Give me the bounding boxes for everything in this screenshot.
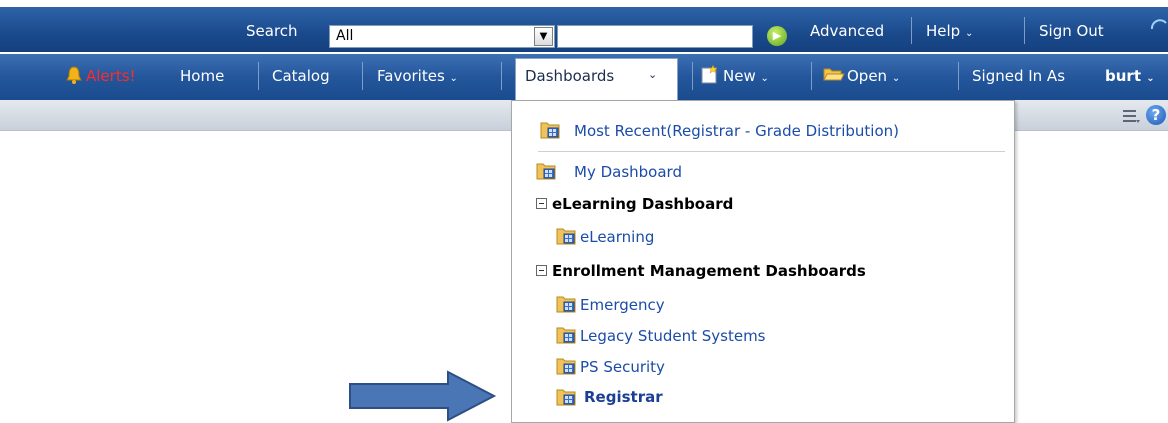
- home-link[interactable]: Home: [180, 67, 224, 85]
- dashboard-folder-icon: [540, 122, 560, 139]
- menu-item-ps-security[interactable]: PS Security: [580, 358, 665, 376]
- new-document-icon: [701, 64, 718, 84]
- group-enrollment-header[interactable]: Enrollment Management Dashboards: [536, 262, 866, 280]
- signed-in-label: Signed In As: [972, 67, 1066, 85]
- chevron-down-icon: ⌄: [1146, 73, 1155, 84]
- advanced-link[interactable]: Advanced: [810, 22, 884, 40]
- catalog-link[interactable]: Catalog: [272, 67, 330, 85]
- collapse-icon[interactable]: [536, 198, 547, 209]
- dashboards-dropdown-menu: Most Recent(Registrar - Grade Distributi…: [511, 100, 1015, 423]
- chevron-down-icon: ⌄: [760, 73, 769, 84]
- global-header: Search All ▼ ▶ Advanced Help ⌄ Sign Out: [0, 7, 1168, 52]
- collapse-icon[interactable]: [536, 265, 547, 276]
- chevron-down-icon[interactable]: ▼: [534, 27, 553, 46]
- alerts-link[interactable]: Alerts!: [86, 67, 136, 85]
- search-scope-value: All: [336, 28, 354, 44]
- favorites-menu[interactable]: Favorites ⌄: [377, 67, 458, 85]
- chevron-down-icon: ⌄: [449, 73, 458, 84]
- help-icon[interactable]: ?: [1146, 105, 1166, 125]
- my-dashboard-item[interactable]: My Dashboard: [574, 163, 682, 181]
- page-options-icon[interactable]: [1121, 107, 1141, 125]
- dashboard-folder-icon: [536, 163, 556, 180]
- dashboard-folder-icon: [556, 389, 576, 406]
- most-recent-item[interactable]: Most Recent(Registrar - Grade Distributi…: [574, 122, 899, 140]
- dashboards-label: Dashboards: [525, 67, 615, 85]
- dashboards-menu-button[interactable]: Dashboards ⌄: [515, 58, 678, 102]
- chevron-down-icon: ⌄: [891, 73, 901, 84]
- sign-out-link[interactable]: Sign Out: [1039, 22, 1104, 40]
- divider: [811, 62, 812, 90]
- menu-item-legacy-student-systems[interactable]: Legacy Student Systems: [580, 327, 766, 345]
- dashboard-folder-icon: [556, 327, 576, 344]
- menu-item-emergency[interactable]: Emergency: [580, 296, 665, 314]
- divider: [958, 62, 959, 90]
- new-menu[interactable]: New ⌄: [723, 67, 769, 85]
- menu-divider: [538, 151, 1005, 152]
- dashboard-folder-icon: [556, 358, 576, 375]
- help-menu[interactable]: Help ⌄: [926, 22, 973, 40]
- dashboard-folder-icon: [556, 228, 576, 245]
- divider: [258, 62, 259, 90]
- open-menu[interactable]: Open ⌄: [847, 67, 900, 85]
- dashboard-folder-icon: [556, 296, 576, 313]
- search-scope-select[interactable]: All ▼: [329, 25, 555, 48]
- group-elearning-header[interactable]: eLearning Dashboard: [536, 195, 733, 213]
- menu-item-elearning[interactable]: eLearning: [580, 228, 654, 246]
- bell-icon[interactable]: [65, 65, 83, 85]
- search-go-icon[interactable]: ▶: [767, 26, 787, 46]
- search-label: Search: [246, 22, 298, 40]
- divider: [911, 17, 912, 44]
- divider: [362, 62, 363, 90]
- chevron-down-icon: ⌄: [648, 68, 658, 81]
- divider: [501, 62, 502, 90]
- annotation-arrow-icon: [349, 370, 497, 422]
- loading-spinner-icon: [1150, 19, 1167, 30]
- open-folder-icon: [823, 68, 845, 81]
- search-input[interactable]: [557, 25, 753, 48]
- divider: [1024, 17, 1025, 44]
- divider: [692, 62, 693, 90]
- chevron-down-icon: ⌄: [964, 28, 974, 39]
- menu-item-registrar[interactable]: Registrar: [584, 388, 663, 406]
- user-menu[interactable]: burt ⌄: [1105, 67, 1155, 85]
